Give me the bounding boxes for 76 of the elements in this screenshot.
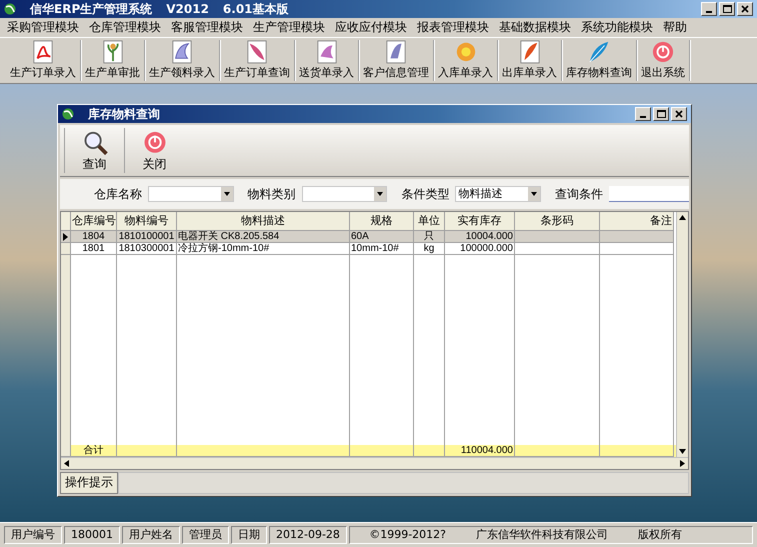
- column-header[interactable]: 条形码: [515, 212, 600, 231]
- maximize-icon: [656, 110, 666, 118]
- column-header[interactable]: 备注: [600, 212, 674, 231]
- status-label: 用户姓名: [122, 526, 180, 544]
- table-cell: 1810300001: [117, 243, 177, 255]
- close-icon: [741, 5, 749, 13]
- column-header[interactable]: 物料编号: [117, 212, 177, 231]
- menu-item[interactable]: 仓库管理模块: [84, 20, 166, 35]
- dropdown-field[interactable]: [148, 186, 234, 202]
- row-pointer-icon: [63, 232, 68, 240]
- menu-item[interactable]: 生产管理模块: [248, 20, 330, 35]
- menu-item[interactable]: 应收应付模块: [330, 20, 412, 35]
- dropdown-field[interactable]: [302, 186, 388, 202]
- vertical-scrollbar[interactable]: [676, 212, 688, 457]
- toolbar-button[interactable]: 关闭: [124, 128, 184, 173]
- status-value: 2012-09-28: [269, 526, 347, 544]
- window-title: 信华ERP生产管理系统: [30, 2, 152, 16]
- minimize-button[interactable]: [701, 2, 717, 16]
- toolbar-button[interactable]: 生产订单查询: [220, 40, 295, 81]
- toolbar-button[interactable]: 生产领料录入: [145, 40, 220, 81]
- menu-item[interactable]: 报表管理模块: [412, 20, 494, 35]
- table-cell: 100000.000: [445, 243, 515, 255]
- table-cell: 60A: [350, 231, 414, 243]
- menu-item[interactable]: 帮助: [658, 20, 692, 35]
- toolbar-button[interactable]: 生产单审批: [81, 40, 145, 81]
- status-label: 日期: [231, 526, 267, 544]
- close-button[interactable]: [671, 107, 687, 121]
- toolbar-button[interactable]: 退出系统: [637, 40, 690, 81]
- window-title: 库存物料查询: [88, 106, 160, 122]
- menu-item[interactable]: 基础数据模块: [494, 20, 576, 35]
- column-header[interactable]: 单位: [414, 212, 445, 231]
- app-icon: [4, 3, 16, 15]
- field-label: 条件类型: [401, 186, 450, 202]
- version-label: V2012: [166, 2, 209, 16]
- toolbar-button[interactable]: 入库单录入: [434, 40, 498, 81]
- column-header[interactable]: 实有库存: [445, 212, 515, 231]
- minimize-button[interactable]: [635, 107, 651, 121]
- hint-label: 操作提示: [60, 472, 118, 494]
- field-label: 物料类别: [248, 186, 296, 202]
- maximize-button[interactable]: [653, 107, 669, 121]
- rights-text: 版权所有: [638, 528, 682, 542]
- toolbar-button[interactable]: 查询: [64, 128, 124, 173]
- status-value: 180001: [64, 526, 120, 544]
- column-header[interactable]: 规格: [350, 212, 414, 231]
- input-field[interactable]: [609, 186, 690, 202]
- field-label: 查询条件: [555, 186, 604, 202]
- menu-item[interactable]: 系统功能模块: [576, 20, 658, 35]
- table-cell: 只: [414, 231, 445, 243]
- column-header[interactable]: 仓库编号: [71, 212, 117, 231]
- field-label: 仓库名称: [94, 186, 142, 202]
- maximize-icon: [722, 5, 732, 13]
- table-cell: 10mm-10#: [350, 243, 414, 255]
- toolbar-button[interactable]: 出库单录入: [498, 40, 562, 81]
- table-cell: 1810100001: [117, 231, 177, 243]
- company-name: 广东信华软件科技有限公司: [476, 528, 608, 542]
- menu-item[interactable]: 采购管理模块: [2, 20, 84, 35]
- menu-item[interactable]: 客服管理模块: [166, 20, 248, 35]
- maximize-button[interactable]: [719, 2, 735, 16]
- toolbar-button[interactable]: 送货单录入: [295, 40, 359, 81]
- table-cell: kg: [414, 243, 445, 255]
- toolbar-button[interactable]: 生产订单录入: [6, 40, 81, 81]
- toolbar-button[interactable]: 库存物料查询: [562, 40, 637, 81]
- table-cell: 1801: [71, 243, 117, 255]
- table-cell: 1804: [71, 231, 117, 243]
- toolbar-button[interactable]: 客户信息管理: [359, 40, 434, 81]
- horizontal-scrollbar[interactable]: [61, 457, 688, 469]
- app-icon: [62, 108, 74, 120]
- dropdown-field[interactable]: 物料描述: [455, 186, 542, 202]
- close-button[interactable]: [737, 2, 753, 16]
- status-value: 管理员: [182, 526, 229, 544]
- copyright-text: ©1999-2012?: [369, 528, 446, 542]
- column-header[interactable]: 物料描述: [177, 212, 350, 231]
- close-icon: [675, 110, 683, 118]
- table-cell: 10004.000: [445, 231, 515, 243]
- status-label: 用户编号: [4, 526, 62, 544]
- edition-label: 6.01基本版: [222, 2, 289, 16]
